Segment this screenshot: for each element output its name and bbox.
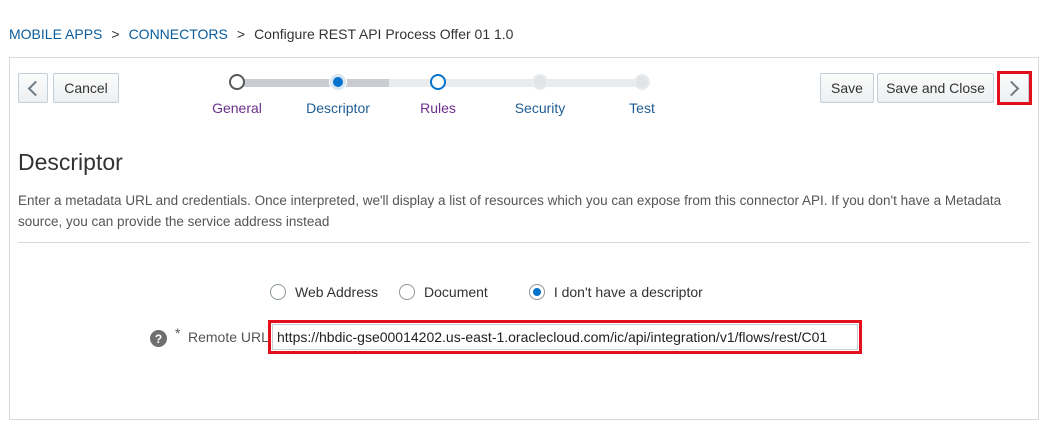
save-and-close-button[interactable]: Save and Close: [877, 73, 994, 103]
breadcrumb-separator: >: [236, 26, 246, 42]
cancel-button[interactable]: Cancel: [53, 73, 119, 103]
remote-url-input[interactable]: [272, 324, 858, 350]
next-button[interactable]: [999, 73, 1029, 103]
radio-no-descriptor[interactable]: I don't have a descriptor: [528, 284, 703, 300]
train-label-descriptor[interactable]: Descriptor: [306, 100, 370, 116]
section-divider: [18, 242, 1030, 243]
section-title: Descriptor: [18, 149, 123, 175]
breadcrumb: MOBILE APPS > CONNECTORS > Configure REST AP…: [9, 26, 513, 42]
radio-no-descriptor-circle[interactable]: [528, 284, 545, 300]
train-stop-test: [634, 74, 650, 90]
train-track-remaining: [389, 79, 642, 87]
breadcrumb-mobile-apps[interactable]: MOBILE APPS: [9, 26, 102, 42]
breadcrumb-connectors[interactable]: CONNECTORS: [129, 26, 228, 42]
radio-web-address-label[interactable]: Web Address: [295, 284, 378, 300]
train-stop-general[interactable]: [229, 74, 245, 90]
required-marker: *: [175, 325, 181, 341]
chevron-left-icon: [27, 80, 44, 96]
breadcrumb-separator: >: [111, 26, 120, 42]
chevron-right-icon: [1003, 80, 1020, 96]
question-circle-icon[interactable]: ?: [150, 330, 167, 347]
descriptor-type-radio-group: Web Address Document I don't have a desc…: [270, 284, 703, 300]
train-label-rules[interactable]: Rules: [420, 100, 456, 116]
train-stop-rules[interactable]: [430, 74, 446, 90]
radio-document[interactable]: Document: [399, 284, 488, 300]
train-label-security: Security: [514, 100, 566, 116]
train-label-general[interactable]: General: [212, 100, 262, 116]
radio-document-label[interactable]: Document: [424, 284, 488, 300]
train-stop-security: [532, 74, 548, 90]
breadcrumb-current-page: Configure REST API Process Offer 01 1.0: [254, 26, 514, 42]
radio-web-address[interactable]: Web Address: [270, 284, 378, 300]
section-description: Enter a metadata URL and credentials. On…: [18, 193, 1002, 229]
train-track-completed: [237, 79, 389, 87]
radio-no-descriptor-label[interactable]: I don't have a descriptor: [554, 284, 703, 300]
back-button[interactable]: [18, 73, 48, 103]
train-label-test: Test: [629, 100, 655, 116]
save-button[interactable]: Save: [820, 73, 874, 103]
train-stop-descriptor[interactable]: [330, 74, 346, 90]
remote-url-label: Remote URL: [188, 329, 269, 345]
radio-document-circle[interactable]: [399, 284, 416, 300]
radio-web-address-circle[interactable]: [270, 284, 286, 300]
